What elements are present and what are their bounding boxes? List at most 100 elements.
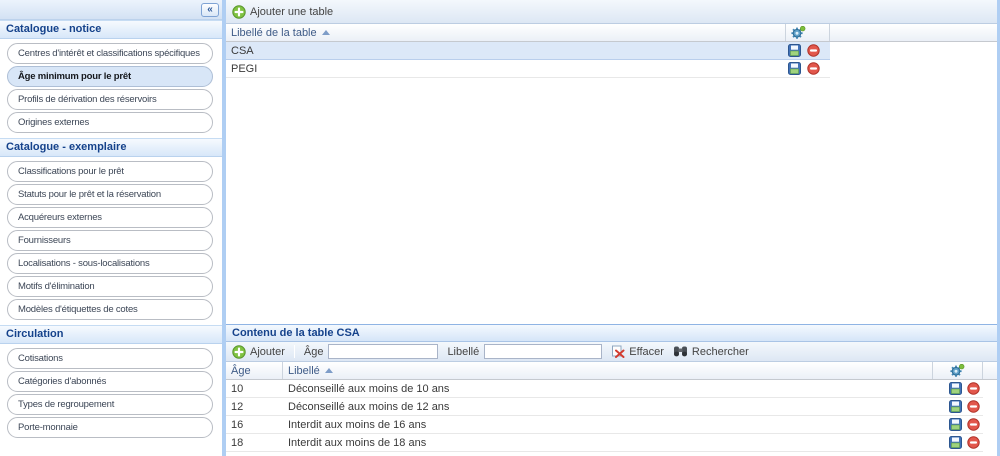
table-row-actions	[786, 60, 830, 77]
tables-grid-header: Libellé de la table	[226, 24, 997, 42]
gear-icon	[791, 26, 806, 39]
row-label-cell: Déconseillé aux moins de 12 ans	[283, 398, 933, 415]
row-actions	[933, 398, 983, 415]
sidebar-item-age-minimum[interactable]: Âge minimum pour le prêt	[7, 66, 213, 87]
delete-icon[interactable]	[967, 400, 980, 413]
sidebar-item-acquereurs-externes[interactable]: Acquéreurs externes	[7, 207, 213, 228]
row-age-cell: 10	[226, 380, 283, 397]
column-header-libelle-table[interactable]: Libellé de la table	[226, 24, 786, 41]
column-header-actions[interactable]	[786, 24, 830, 41]
table-row-pegi[interactable]: PEGI	[226, 60, 830, 78]
accordion-body: Centres d'intérêt et classifications spé…	[0, 39, 222, 138]
delete-icon[interactable]	[967, 382, 980, 395]
column-header-filler	[830, 24, 997, 41]
sort-ascending-icon	[322, 30, 330, 35]
add-entry-label: Ajouter	[250, 346, 285, 358]
save-icon[interactable]	[788, 62, 801, 75]
content-panel-title: Contenu de la table CSA	[226, 324, 997, 342]
save-icon[interactable]	[949, 400, 962, 413]
clear-button[interactable]: Effacer	[611, 345, 664, 358]
content-row-16[interactable]: 16 Interdit aux moins de 16 ans	[226, 416, 983, 434]
row-label-cell: Interdit aux moins de 16 ans	[283, 416, 933, 433]
content-grid-rows: 10 Déconseillé aux moins de 10 ans 12 Dé…	[226, 380, 997, 452]
delete-icon[interactable]	[967, 418, 980, 431]
sidebar-item-types-regroupement[interactable]: Types de regroupement	[7, 394, 213, 415]
tables-panel-body-filler	[226, 78, 997, 324]
sidebar-item-classifications-pret[interactable]: Classifications pour le prêt	[7, 161, 213, 182]
row-age-cell: 12	[226, 398, 283, 415]
add-icon	[232, 345, 246, 359]
accordion-body: Classifications pour le prêt Statuts pou…	[0, 157, 222, 325]
sort-ascending-icon	[325, 368, 333, 373]
table-row-actions	[786, 42, 830, 59]
application-window: « Catalogue - notice Centres d'intérêt e…	[0, 0, 1000, 456]
age-field-label: Âge	[304, 346, 324, 358]
add-table-label: Ajouter une table	[250, 6, 333, 18]
column-header-filler	[983, 362, 997, 379]
accordion-header-catalogue-notice[interactable]: Catalogue - notice	[0, 20, 222, 39]
table-row-csa[interactable]: CSA	[226, 42, 830, 60]
sidebar-item-porte-monnaie[interactable]: Porte-monnaie	[7, 417, 213, 438]
libelle-input[interactable]	[484, 344, 602, 359]
accordion-header-catalogue-exemplaire[interactable]: Catalogue - exemplaire	[0, 138, 222, 157]
binoculars-icon	[673, 345, 688, 358]
row-actions	[933, 434, 983, 451]
save-icon[interactable]	[788, 44, 801, 57]
add-table-button[interactable]: Ajouter une table	[232, 5, 333, 19]
column-header-label: Libellé de la table	[231, 27, 317, 39]
row-actions	[933, 380, 983, 397]
tables-toolbar: Ajouter une table	[226, 0, 997, 24]
sidebar-collapse-button[interactable]: «	[201, 3, 219, 17]
clear-button-label: Effacer	[629, 346, 664, 358]
main-area: Ajouter une table Libellé de la table CS…	[226, 0, 1000, 456]
content-grid-header: Âge Libellé	[226, 362, 997, 380]
sidebar-item-origines-externes[interactable]: Origines externes	[7, 112, 213, 133]
sidebar-item-statuts-pret[interactable]: Statuts pour le prêt et la réservation	[7, 184, 213, 205]
gear-icon	[950, 364, 965, 377]
row-label-cell: Interdit aux moins de 18 ans	[283, 434, 933, 451]
sidebar-item-fournisseurs[interactable]: Fournisseurs	[7, 230, 213, 251]
tables-panel: Ajouter une table Libellé de la table CS…	[226, 0, 997, 324]
content-row-12[interactable]: 12 Déconseillé aux moins de 12 ans	[226, 398, 983, 416]
tables-grid-rows: CSA PEGI	[226, 42, 997, 78]
sidebar-item-cotisations[interactable]: Cotisations	[7, 348, 213, 369]
add-entry-button[interactable]: Ajouter	[232, 345, 285, 359]
row-label-cell: Déconseillé aux moins de 10 ans	[283, 380, 933, 397]
clear-filter-icon	[611, 345, 625, 358]
table-row-label: PEGI	[226, 60, 786, 77]
toolbar-separator	[294, 345, 295, 358]
content-toolbar: Ajouter Âge Libellé Effacer Rec	[226, 342, 997, 362]
row-actions	[933, 416, 983, 433]
sidebar-item-profils-derivation[interactable]: Profils de dérivation des réservoirs	[7, 89, 213, 110]
column-header-label: Libellé	[288, 365, 320, 377]
content-row-10[interactable]: 10 Déconseillé aux moins de 10 ans	[226, 380, 983, 398]
column-header-actions[interactable]	[933, 362, 983, 379]
sidebar-item-centres-interet[interactable]: Centres d'intérêt et classifications spé…	[7, 43, 213, 64]
column-header-age[interactable]: Âge	[226, 362, 283, 379]
column-header-label: Âge	[231, 365, 251, 377]
search-button-label: Rechercher	[692, 346, 749, 358]
sidebar-topbar: «	[0, 0, 222, 20]
content-panel: Contenu de la table CSA Ajouter Âge Libe…	[226, 324, 997, 452]
add-icon	[232, 5, 246, 19]
row-age-cell: 18	[226, 434, 283, 451]
search-button[interactable]: Rechercher	[673, 345, 749, 358]
sidebar: « Catalogue - notice Centres d'intérêt e…	[0, 0, 222, 456]
accordion-body: Cotisations Catégories d'abonnés Types d…	[0, 344, 222, 443]
column-header-libelle[interactable]: Libellé	[283, 362, 933, 379]
delete-icon[interactable]	[807, 62, 820, 75]
sidebar-item-localisations[interactable]: Localisations - sous-localisations	[7, 253, 213, 274]
save-icon[interactable]	[949, 418, 962, 431]
table-row-label: CSA	[226, 42, 786, 59]
save-icon[interactable]	[949, 436, 962, 449]
age-input[interactable]	[328, 344, 438, 359]
sidebar-item-motifs-elimination[interactable]: Motifs d'élimination	[7, 276, 213, 297]
delete-icon[interactable]	[967, 436, 980, 449]
row-age-cell: 16	[226, 416, 283, 433]
sidebar-item-categories-abonnes[interactable]: Catégories d'abonnés	[7, 371, 213, 392]
save-icon[interactable]	[949, 382, 962, 395]
sidebar-item-modeles-etiquettes[interactable]: Modèles d'étiquettes de cotes	[7, 299, 213, 320]
content-row-18[interactable]: 18 Interdit aux moins de 18 ans	[226, 434, 983, 452]
accordion-header-circulation[interactable]: Circulation	[0, 325, 222, 344]
delete-icon[interactable]	[807, 44, 820, 57]
